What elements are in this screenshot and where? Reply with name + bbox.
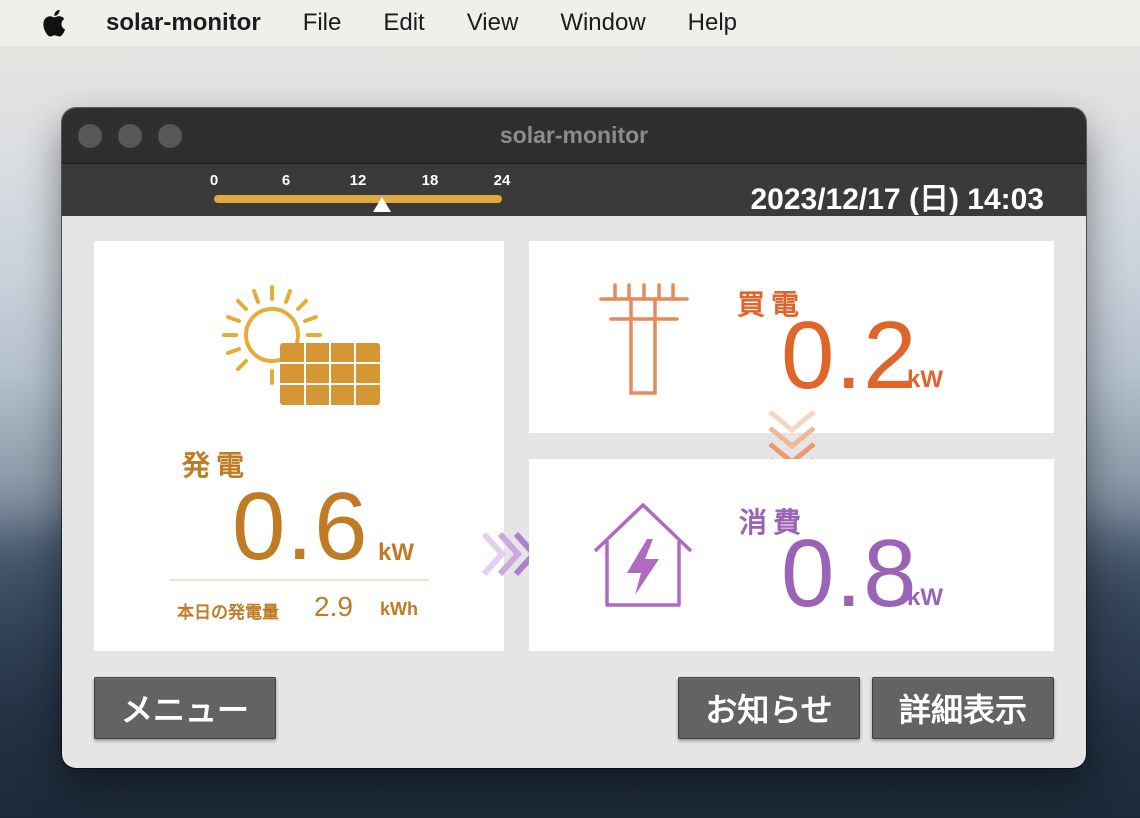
divider: [169, 579, 429, 581]
menu-edit[interactable]: Edit: [383, 9, 424, 37]
power-pole-icon: [599, 283, 689, 395]
menu-view[interactable]: View: [467, 9, 519, 37]
menu-file[interactable]: File: [303, 9, 342, 37]
today-generation-label: 本日の発電量: [177, 603, 279, 623]
purchase-value: 0.2: [781, 302, 918, 409]
hour-tick-18: 18: [421, 172, 439, 189]
menu-bar: solar-monitor File Edit View Window Help: [0, 0, 1140, 46]
today-generation-unit: kWh: [380, 599, 418, 619]
menu-button[interactable]: メニュー: [94, 677, 276, 739]
day-timeline-bar: [214, 195, 502, 203]
generation-card[interactable]: 発電 0.6 kW 本日の発電量 2.9 kWh: [94, 241, 504, 651]
menu-app-name[interactable]: solar-monitor: [106, 9, 261, 37]
hour-tick-0: 0: [209, 172, 219, 189]
menu-help[interactable]: Help: [688, 9, 737, 37]
generation-unit: kW: [378, 539, 414, 566]
today-generation-value: 2.9: [314, 591, 353, 622]
generation-value: 0.6: [232, 473, 369, 580]
menu-window[interactable]: Window: [560, 9, 645, 37]
house-power-icon: [593, 503, 693, 607]
app-window: solar-monitor 0 6 12 18 24 2023/12/17 (日…: [62, 108, 1086, 768]
hour-tick-6: 6: [281, 172, 291, 189]
consumption-unit: kW: [907, 584, 943, 611]
current-time-marker: [373, 197, 392, 212]
purchase-unit: kW: [907, 366, 943, 393]
title-bar[interactable]: solar-monitor: [62, 108, 1086, 164]
details-button[interactable]: 詳細表示: [872, 677, 1054, 739]
hour-tick-12: 12: [349, 172, 367, 189]
consumption-value: 0.8: [781, 520, 918, 627]
apple-icon[interactable]: [40, 8, 66, 38]
hour-tick-24: 24: [493, 172, 511, 189]
consumption-card[interactable]: 消費 0.8 kW: [529, 459, 1054, 651]
purchase-card[interactable]: 買電 0.2 kW: [529, 241, 1054, 433]
status-bar: 0 6 12 18 24 2023/12/17 (日) 14:03: [62, 164, 1086, 216]
window-title: solar-monitor: [499, 122, 649, 148]
news-button[interactable]: お知らせ: [678, 677, 860, 739]
solar-panel-icon: [222, 285, 380, 405]
current-datetime: 2023/12/17 (日) 14:03: [750, 183, 1044, 216]
